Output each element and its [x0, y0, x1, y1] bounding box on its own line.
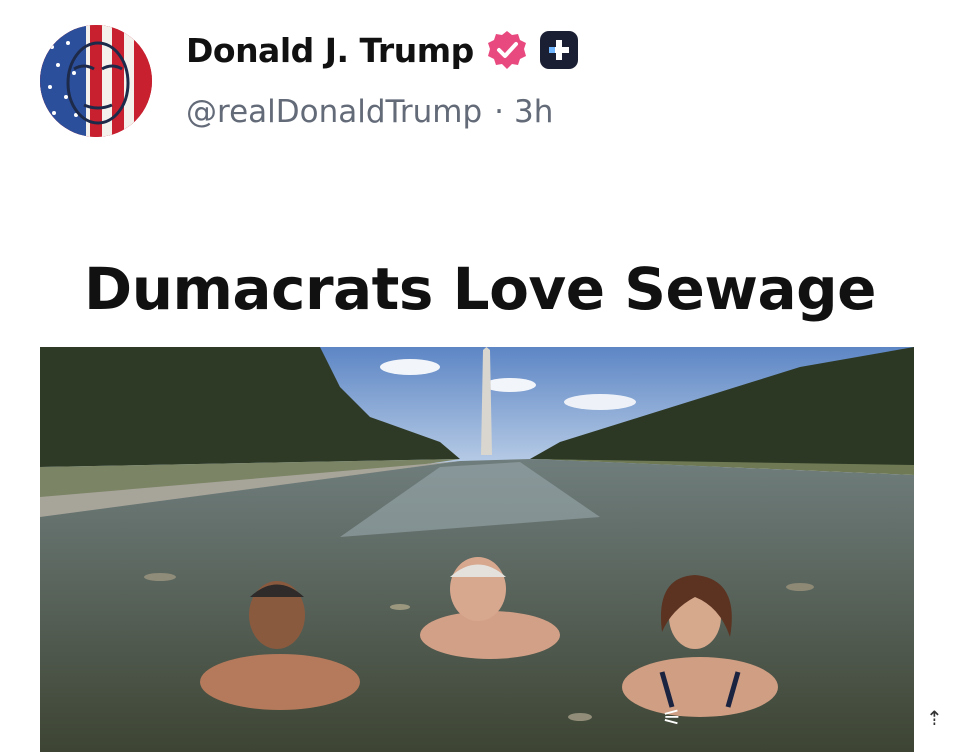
- avatar[interactable]: [40, 25, 152, 137]
- post-time[interactable]: 3h: [514, 94, 553, 130]
- post-headline: Dumacrats Love Sewage: [84, 255, 876, 323]
- meta-separator: ·: [494, 94, 505, 130]
- plus-icon: [548, 40, 569, 60]
- post-image[interactable]: [40, 347, 914, 752]
- post-image-scene: [40, 347, 914, 752]
- author-row: Donald J. Trump: [186, 28, 578, 72]
- meta-row: @realDonaldTrump · 3h: [186, 94, 553, 130]
- overlay-arrow-icon: ⇡: [926, 706, 943, 730]
- overlay-mark-icon: ⚟: [662, 706, 682, 731]
- author-handle[interactable]: @realDonaldTrump: [186, 94, 482, 130]
- author-name[interactable]: Donald J. Trump: [186, 31, 474, 70]
- verified-badge-icon: [487, 31, 526, 69]
- avatar-image: [40, 25, 152, 137]
- plus-badge-icon: [539, 31, 578, 69]
